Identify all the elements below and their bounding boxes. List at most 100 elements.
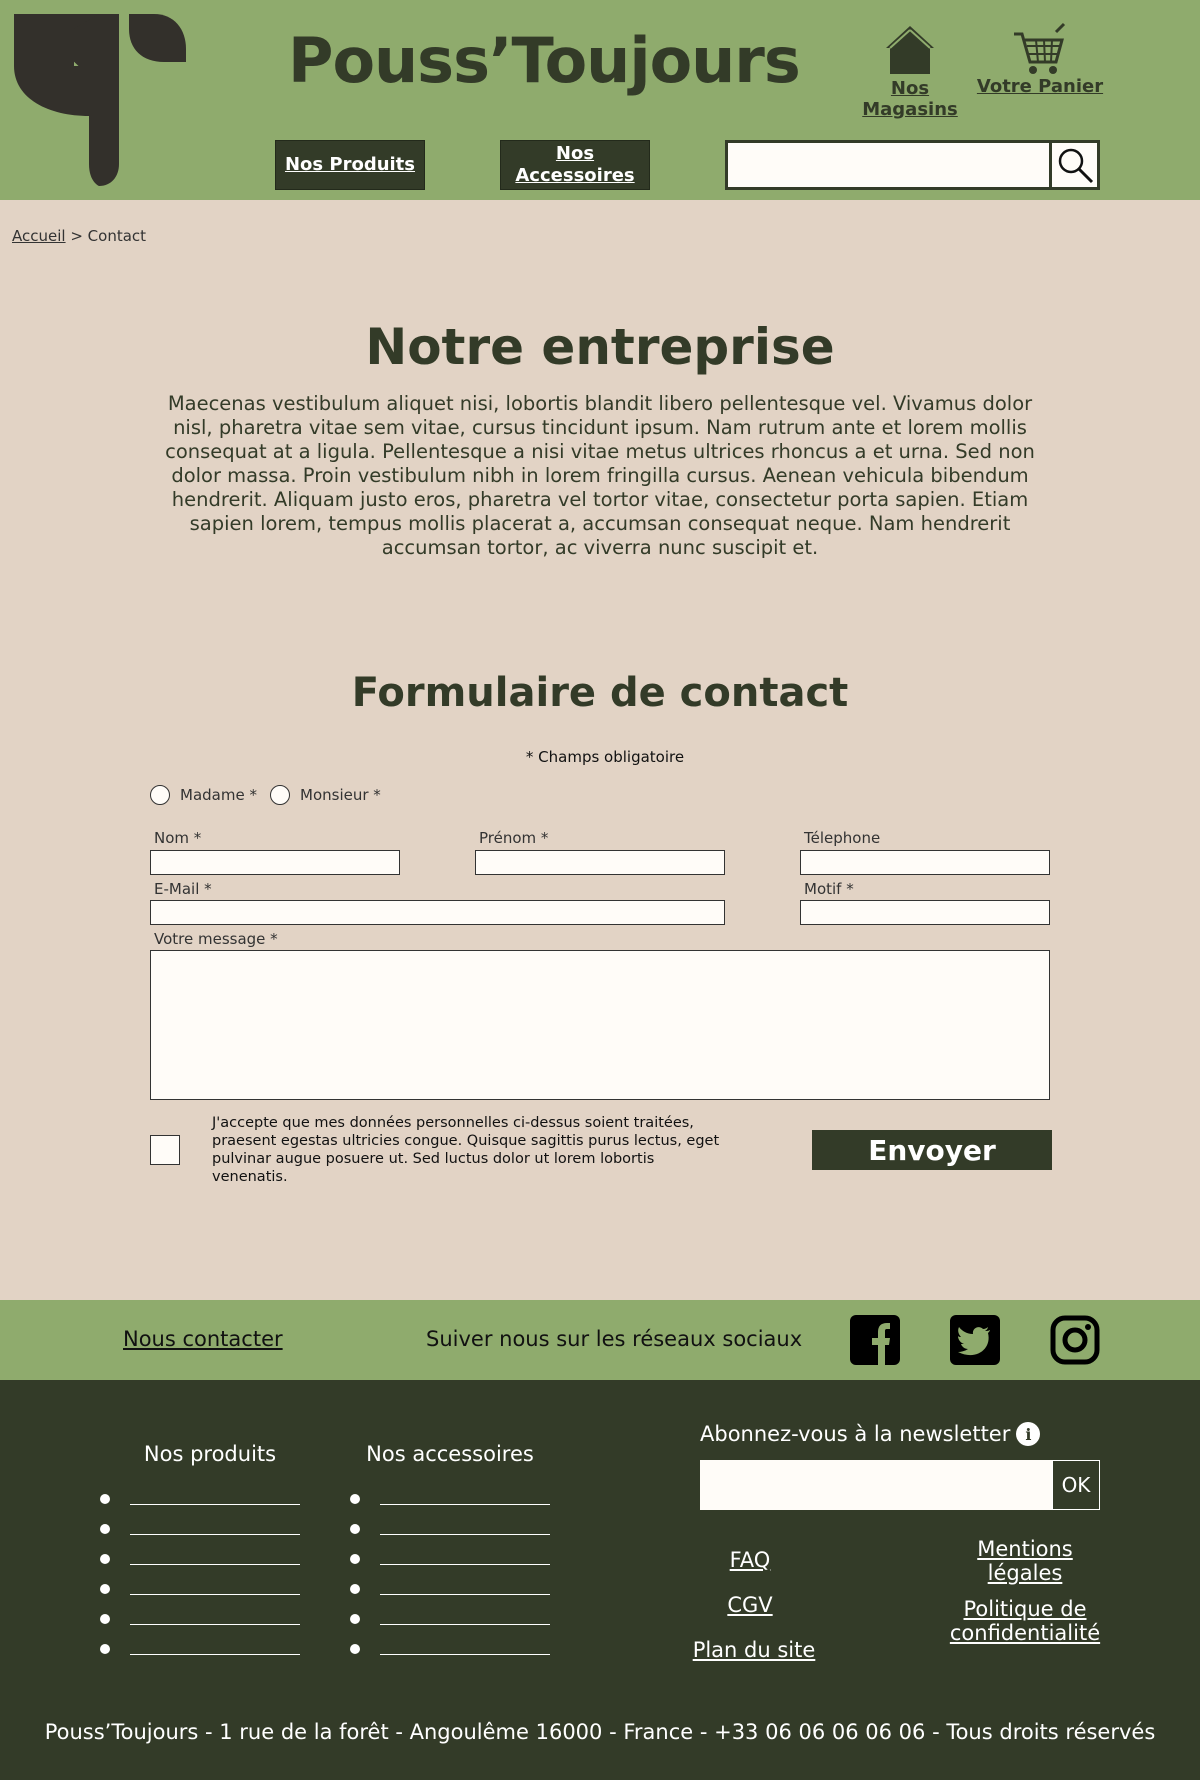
list-item[interactable]	[100, 1582, 330, 1596]
list-line	[380, 1504, 550, 1505]
newsletter-label-text: Abonnez-vous à la newsletter	[700, 1422, 1011, 1446]
cart-link[interactable]: Votre Panier	[975, 22, 1105, 97]
legal-link[interactable]: Mentions légales	[925, 1537, 1125, 1585]
motif-field[interactable]	[800, 900, 1050, 925]
consent-checkbox[interactable]	[150, 1135, 180, 1165]
list-item[interactable]	[350, 1522, 580, 1536]
cart-icon	[1014, 22, 1066, 74]
search-icon	[1058, 148, 1093, 184]
legal-label-1: Mentions	[977, 1537, 1073, 1561]
list-line	[380, 1534, 550, 1535]
label-telephone: Télephone	[804, 829, 881, 847]
list-item[interactable]	[350, 1582, 580, 1596]
nav-products-button[interactable]: Nos Produits	[275, 140, 425, 190]
list-line	[130, 1504, 300, 1505]
nom-field[interactable]	[150, 850, 400, 875]
bullet-icon	[100, 1554, 110, 1564]
home-icon	[886, 26, 934, 74]
footer-accessories-title[interactable]: Nos accessoires	[350, 1442, 550, 1466]
newsletter-ok-button[interactable]: OK	[1052, 1460, 1100, 1510]
bullet-icon	[350, 1644, 360, 1654]
bullet-icon	[350, 1494, 360, 1504]
list-line	[130, 1594, 300, 1595]
search-bar	[725, 140, 1100, 190]
list-line	[130, 1564, 300, 1565]
stores-link[interactable]: Nos Magasins	[862, 24, 958, 120]
list-line	[130, 1654, 300, 1655]
footer-products-title[interactable]: Nos produits	[110, 1442, 310, 1466]
label-email: E-Mail *	[154, 880, 212, 898]
bullet-icon	[350, 1584, 360, 1594]
required-note: * Champs obligatoire	[525, 748, 685, 766]
copyright-text: Pouss’Toujours - 1 rue de la forêt - Ang…	[44, 1720, 1156, 1744]
breadcrumb: Accueil > Contact	[12, 227, 146, 245]
label-prenom: Prénom *	[479, 829, 549, 847]
bullet-icon	[100, 1584, 110, 1594]
submit-button[interactable]: Envoyer	[812, 1130, 1052, 1170]
stores-label-2: Magasins	[862, 99, 958, 120]
search-input[interactable]	[728, 143, 1049, 187]
instagram-icon[interactable]	[1050, 1315, 1100, 1365]
site-header: Pouss’Toujours Nos Magasins Votre Panier…	[0, 0, 1200, 200]
sitemap-link[interactable]: Plan du site	[680, 1638, 828, 1662]
list-item[interactable]	[100, 1522, 330, 1536]
email-field[interactable]	[150, 900, 725, 925]
radio-monsieur-button[interactable]	[270, 785, 290, 805]
telephone-field[interactable]	[800, 850, 1050, 875]
faq-link[interactable]: FAQ	[700, 1548, 800, 1572]
nav-products-label: Nos Produits	[284, 154, 416, 175]
list-item[interactable]	[100, 1612, 330, 1626]
stores-label-1: Nos	[890, 78, 930, 99]
bullet-icon	[350, 1614, 360, 1624]
contact-link[interactable]: Nous contacter	[123, 1327, 283, 1351]
list-item[interactable]	[350, 1612, 580, 1626]
consent-text: J'accepte que mes données personnelles c…	[212, 1115, 720, 1185]
privacy-link[interactable]: Politique de confidentialité	[925, 1597, 1125, 1645]
bullet-icon	[100, 1644, 110, 1654]
nav-accessories-button[interactable]: Nos Accessoires	[500, 140, 650, 190]
message-textarea[interactable]	[150, 950, 1050, 1100]
list-item[interactable]	[350, 1642, 580, 1656]
label-motif: Motif *	[804, 880, 854, 898]
company-text: Maecenas vestibulum aliquet nisi, lobort…	[165, 392, 1035, 559]
info-icon[interactable]: i	[1016, 1422, 1041, 1446]
nav-accessories-label-2: Accessoires	[515, 165, 635, 186]
list-line	[380, 1564, 550, 1565]
company-title: Notre entreprise	[365, 318, 835, 376]
legal-label-2: légales	[987, 1561, 1063, 1585]
bullet-icon	[100, 1494, 110, 1504]
search-button[interactable]	[1049, 143, 1097, 187]
list-item[interactable]	[350, 1552, 580, 1566]
cgv-link[interactable]: CGV	[700, 1593, 800, 1617]
breadcrumb-separator: >	[65, 227, 88, 245]
bullet-icon	[100, 1614, 110, 1624]
list-item[interactable]	[350, 1492, 580, 1506]
radio-madame[interactable]: Madame *	[150, 785, 257, 805]
bullet-icon	[350, 1554, 360, 1564]
twitter-icon[interactable]	[950, 1315, 1000, 1365]
breadcrumb-home-link[interactable]: Accueil	[12, 227, 66, 245]
list-line	[380, 1594, 550, 1595]
list-item[interactable]	[100, 1552, 330, 1566]
prenom-field[interactable]	[475, 850, 725, 875]
form-title: Formulaire de contact	[351, 670, 849, 716]
radio-madame-label: Madame *	[180, 786, 257, 804]
privacy-label-2: confidentialité	[949, 1621, 1101, 1645]
privacy-label-1: Politique de	[963, 1597, 1087, 1621]
newsletter-email-input[interactable]	[700, 1460, 1052, 1510]
radio-monsieur[interactable]: Monsieur *	[270, 785, 381, 805]
facebook-icon[interactable]	[850, 1315, 900, 1365]
bullet-icon	[350, 1524, 360, 1534]
list-item[interactable]	[100, 1492, 330, 1506]
list-line	[130, 1624, 300, 1625]
list-line	[380, 1624, 550, 1625]
list-item[interactable]	[100, 1642, 330, 1656]
radio-monsieur-label: Monsieur *	[300, 786, 381, 804]
cart-label: Votre Panier	[976, 76, 1104, 97]
bullet-icon	[100, 1524, 110, 1534]
nav-accessories-label-1: Nos	[555, 143, 595, 164]
logo-icon[interactable]	[14, 14, 186, 186]
list-line	[380, 1654, 550, 1655]
breadcrumb-current: Contact	[87, 227, 147, 245]
radio-madame-button[interactable]	[150, 785, 170, 805]
